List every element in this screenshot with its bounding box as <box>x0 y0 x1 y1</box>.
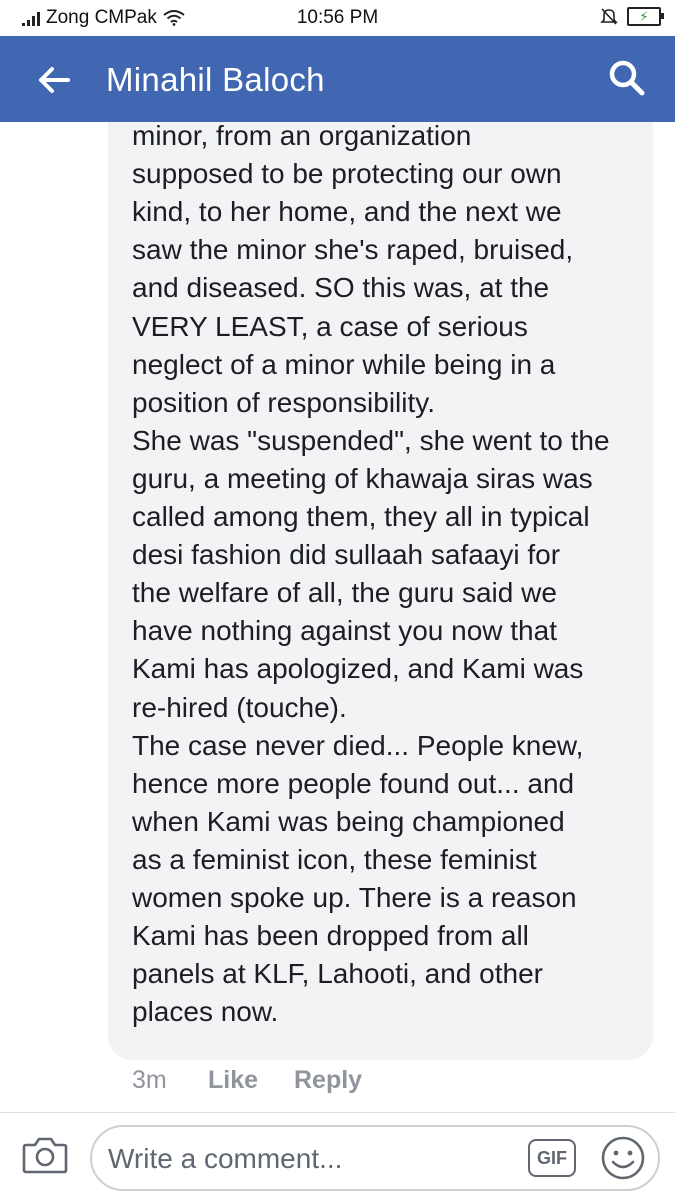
comment-line: position of responsibility. <box>132 386 435 418</box>
search-icon <box>609 60 645 96</box>
comment-line: She was "suspended", she went to the <box>132 424 610 456</box>
comment-input-box[interactable]: GIF <box>90 1125 660 1191</box>
back-button[interactable] <box>30 56 78 104</box>
comment-line: guru, a meeting of khawaja siras was <box>132 462 593 494</box>
comment-line: as a feminist icon, these feminist <box>132 843 537 875</box>
battery-charging-icon: ⚡ <box>627 6 664 26</box>
bell-muted-icon <box>600 8 618 25</box>
app-header: Minahil Baloch <box>0 36 675 122</box>
comment-line: places now. <box>132 996 279 1028</box>
comment-line: when Kami was being championed <box>132 805 565 837</box>
comment-line: saw the minor she's raped, bruised, <box>132 234 574 266</box>
comment-line: the welfare of all, the guru said we <box>132 577 557 609</box>
emoji-button[interactable] <box>600 1135 646 1181</box>
comment-timestamp: 3m <box>132 1066 167 1094</box>
comment-line: called among them, they all in typical <box>132 501 590 533</box>
page-title: Minahil Baloch <box>106 61 325 98</box>
comment-line: women spoke up. There is a reason <box>132 881 577 913</box>
status-time: 10:56 PM <box>296 7 379 28</box>
comment-thread: to her home. One day she took aminor, fr… <box>0 122 675 1112</box>
comment-line: neglect of a minor while being in a <box>132 348 556 380</box>
comment-line: VERY LEAST, a case of serious <box>132 310 528 342</box>
emoji-icon <box>601 1136 645 1180</box>
comment-line: minor, from an organization <box>132 122 472 152</box>
search-button[interactable] <box>603 54 651 102</box>
camera-icon <box>22 1137 68 1174</box>
comment-input[interactable] <box>106 1137 510 1181</box>
comment-line: Kami has been dropped from all <box>132 920 529 952</box>
comment-line: desi fashion did sullaah safaayi for <box>132 539 561 571</box>
comment-line: kind, to her home, and the next we <box>132 196 562 228</box>
reply-button[interactable]: Reply <box>294 1066 362 1095</box>
comment-line: hence more people found out... and <box>132 767 575 799</box>
status-bar: Zong CMPak 10:56 PM ⚡ <box>0 0 675 36</box>
comment-line: panels at KLF, Lahooti, and other <box>132 958 543 990</box>
comment-composer: GIF <box>0 1112 675 1201</box>
comment-line: supposed to be protecting our own <box>132 158 562 190</box>
comment-line: have nothing against you now that <box>132 615 557 647</box>
gif-button[interactable]: GIF <box>528 1139 576 1177</box>
comment-line: Kami has apologized, and Kami was <box>132 653 584 685</box>
like-button[interactable]: Like <box>208 1066 258 1095</box>
arrow-left-icon <box>39 67 70 93</box>
comment-body: to her home. One day she took aminor, fr… <box>132 122 652 1031</box>
camera-button[interactable] <box>22 1135 68 1175</box>
comment-line: The case never died... People knew, <box>132 729 584 761</box>
comment-line: and diseased. SO this was, at the <box>132 272 550 304</box>
status-right: ⚡ <box>599 6 664 26</box>
comment-line: re-hired (touche). <box>132 691 347 723</box>
